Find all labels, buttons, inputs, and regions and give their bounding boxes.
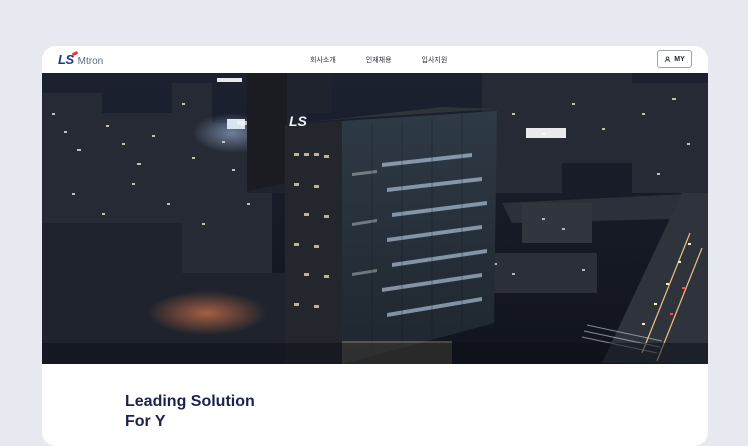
- hero-image: LS: [42, 73, 708, 364]
- main-nav: 회사소개 인재채용 입사지원: [310, 55, 447, 65]
- tagline-line-2: For Y: [125, 413, 166, 430]
- user-icon: [664, 55, 671, 62]
- my-page-button[interactable]: MY: [657, 50, 692, 68]
- night-city-photo: [42, 73, 708, 364]
- logo-wordmark: Mtron: [77, 56, 104, 67]
- site-header: LS Mtron 회사소개 인재채용 입사지원 MY: [42, 46, 708, 73]
- tagline-line-1: Leading Solution: [125, 393, 255, 410]
- my-button-label: MY: [674, 55, 685, 63]
- nav-item-company[interactable]: 회사소개: [310, 55, 336, 65]
- ls-mtron-logo[interactable]: LS Mtron: [58, 50, 104, 68]
- nav-item-recruit[interactable]: 인재채용: [366, 55, 392, 65]
- hero-tagline: Leading Solution For Y: [125, 392, 255, 432]
- building-ls-sign: LS: [289, 113, 307, 129]
- nav-item-apply[interactable]: 입사지원: [422, 55, 448, 65]
- logo-ls-mark: LS: [58, 50, 78, 67]
- page-card: LS Mtron 회사소개 인재채용 입사지원 MY LS Leading So…: [42, 46, 708, 446]
